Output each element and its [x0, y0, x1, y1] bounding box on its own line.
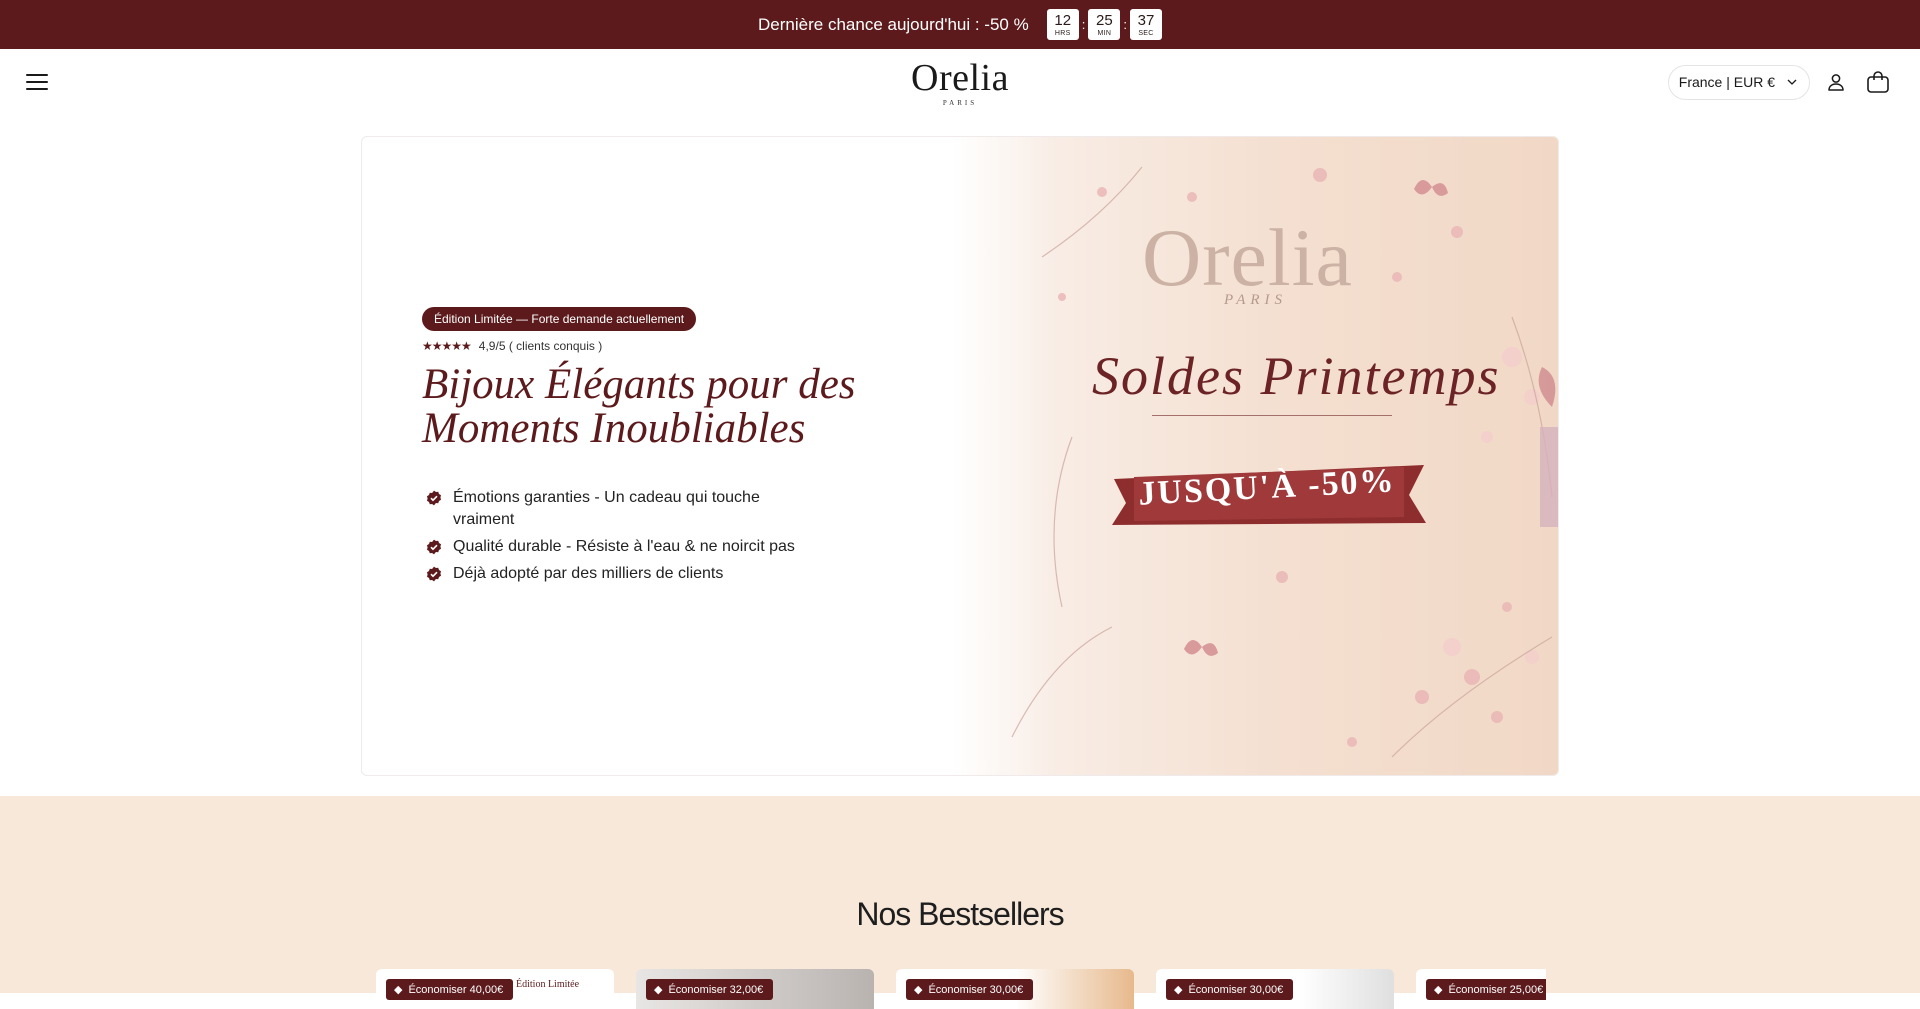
savings-text: Économiser 30,00€ — [928, 983, 1024, 996]
chevron-down-icon — [1787, 79, 1797, 85]
feature-item: Déjà adopté par des milliers de clients — [422, 563, 802, 585]
hero-promo-image[interactable]: Orelia PARIS Soldes Printemps JUSQU'À -5… — [952, 137, 1558, 775]
header-actions: France | EUR € — [1667, 64, 1894, 100]
countdown-timer: 12 HRS : 25 MIN : 37 SEC — [1046, 9, 1162, 40]
announcement-text: Dernière chance aujourd'hui : -50 % — [758, 14, 1029, 34]
tag-icon: ◆ — [654, 984, 663, 996]
section-title: Nos Bestsellers — [856, 896, 1064, 932]
country-currency-selector[interactable]: France | EUR € — [1667, 64, 1810, 100]
banner-logo-subtitle: PARIS — [1224, 292, 1288, 308]
feature-list: Émotions garanties - Un cadeau qui touch… — [422, 487, 922, 585]
tag-icon: ◆ — [1174, 984, 1183, 996]
timer-hours-value: 12 — [1054, 11, 1072, 29]
hero-title: Bijoux Élégants pour des Moments Inoubli… — [422, 363, 922, 451]
product-card[interactable]: ◆ Économiser 40,00€ Édition Limitée — [376, 969, 614, 1009]
limited-edition-badge: Édition Limitée — Forte demande actuelle… — [422, 307, 697, 331]
savings-badge: ◆ Économiser 30,00€ — [906, 979, 1034, 1000]
cart-icon[interactable] — [1862, 66, 1894, 98]
feature-item: Qualité durable - Résiste à l'eau & ne n… — [422, 536, 802, 558]
rating-text: 4,9/5 ( clients conquis ) — [478, 339, 603, 353]
timer-separator: : — [1123, 17, 1127, 32]
tag-icon: ◆ — [914, 984, 923, 996]
menu-icon[interactable] — [26, 74, 48, 90]
savings-badge: ◆ Économiser 25,00€ — [1426, 979, 1546, 1000]
savings-text: Économiser 25,00€ — [1448, 983, 1544, 996]
site-logo[interactable]: Orelia PARIS — [911, 59, 1009, 107]
savings-badge: ◆ Économiser 30,00€ — [1166, 979, 1294, 1000]
tag-icon: ◆ — [1434, 984, 1443, 996]
locale-label: France | EUR € — [1678, 74, 1775, 90]
timer-minutes-value: 25 — [1096, 11, 1113, 29]
hero-banner: Édition Limitée — Forte demande actuelle… — [361, 136, 1559, 776]
logo-subtitle: PARIS — [942, 99, 978, 107]
rating-stars-icon: ★★★★★ — [422, 339, 472, 353]
product-carousel: ◆ Économiser 40,00€ Édition Limitée ◆ Éc… — [376, 969, 1546, 1009]
product-card[interactable]: ◆ Économiser 25,00€ — [1416, 969, 1546, 1009]
check-badge-icon — [427, 539, 441, 555]
announcement-bar: Dernière chance aujourd'hui : -50 % 12 H… — [0, 0, 1920, 49]
timer-separator: : — [1081, 17, 1086, 32]
product-card[interactable]: ◆ Économiser 32,00€ — [636, 969, 874, 1009]
savings-badge: ◆ Économiser 40,00€ — [386, 979, 514, 1000]
hero-content: Édition Limitée — Forte demande actuelle… — [422, 307, 922, 590]
account-icon[interactable] — [1820, 66, 1852, 98]
timer-hours: 12 HRS — [1046, 9, 1079, 40]
rating: ★★★★★ 4,9/5 ( clients conquis ) — [422, 339, 922, 353]
savings-text: Économiser 40,00€ — [408, 983, 504, 996]
bestsellers-section: Nos Bestsellers ◆ Économiser 40,00€ Édit… — [0, 796, 1920, 1009]
product-card[interactable]: ◆ Économiser 30,00€ — [896, 969, 1134, 1009]
feature-text: Émotions garanties - Un cadeau qui touch… — [453, 489, 760, 528]
savings-text: Économiser 32,00€ — [668, 983, 764, 996]
savings-text: Économiser 30,00€ — [1188, 983, 1284, 996]
product-card[interactable]: ◆ Économiser 30,00€ — [1156, 969, 1394, 1009]
check-badge-icon — [427, 566, 441, 582]
savings-badge: ◆ Économiser 32,00€ — [646, 979, 774, 1000]
tag-icon: ◆ — [394, 984, 403, 996]
timer-minutes: 25 MIN — [1088, 9, 1121, 40]
timer-seconds-value: 37 — [1137, 11, 1155, 29]
feature-text: Qualité durable - Résiste à l'eau & ne n… — [453, 538, 795, 555]
timer-minutes-label: MIN — [1097, 29, 1112, 37]
check-badge-icon — [427, 490, 441, 506]
site-header: Orelia PARIS France | EUR € — [0, 49, 1920, 115]
banner-divider — [1152, 415, 1392, 416]
product-note: Édition Limitée — [516, 979, 580, 990]
banner-headline: Soldes Printemps — [1092, 346, 1501, 406]
feature-item: Émotions garanties - Un cadeau qui touch… — [422, 487, 802, 531]
timer-seconds-label: SEC — [1138, 29, 1154, 37]
logo-wordmark: Orelia — [911, 57, 1009, 99]
hero-title-line-2: Moments Inoubliables — [422, 405, 806, 452]
feature-text: Déjà adopté par des milliers de clients — [453, 565, 724, 582]
hero-title-line-1: Bijoux Élégants pour des — [422, 361, 856, 408]
timer-seconds: 37 SEC — [1129, 9, 1162, 40]
banner-logo: Orelia — [1142, 212, 1353, 303]
timer-hours-label: HRS — [1054, 29, 1071, 37]
